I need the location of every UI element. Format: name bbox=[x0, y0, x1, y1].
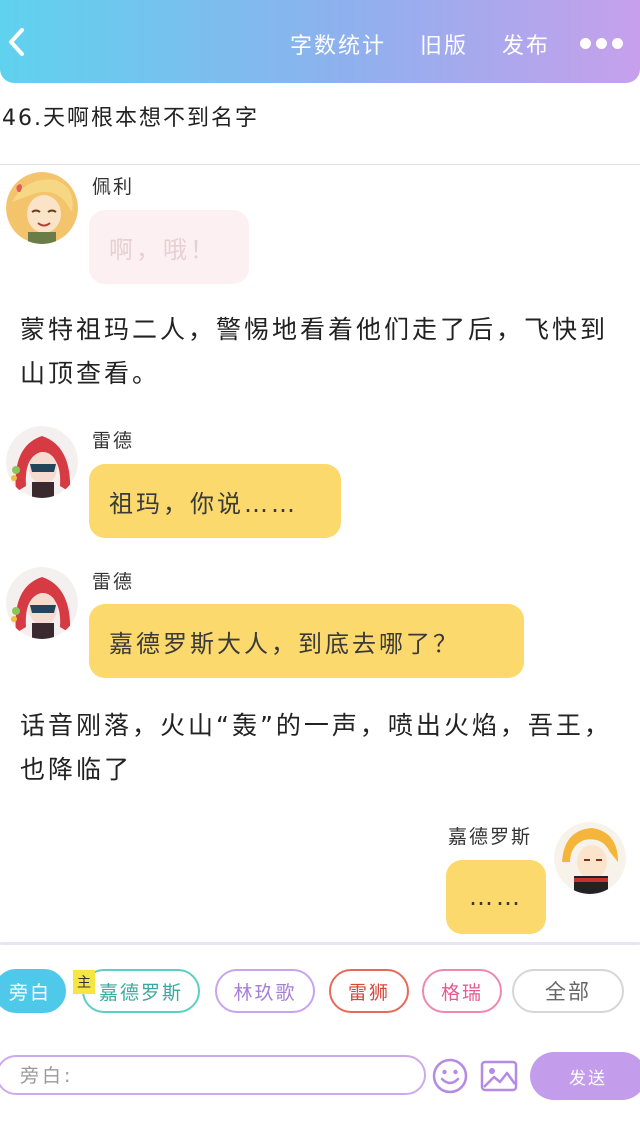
top-bar: 字数统计 旧版 发布 bbox=[0, 0, 640, 83]
publish-button[interactable]: 发布 bbox=[502, 28, 550, 60]
avatar-jiadeluosi[interactable] bbox=[554, 822, 626, 894]
old-version-button[interactable]: 旧版 bbox=[420, 28, 468, 60]
speaker-name: 佩利 bbox=[92, 176, 135, 198]
role-tag-narrator[interactable]: 旁白 bbox=[0, 969, 66, 1013]
send-button[interactable]: 发送 bbox=[530, 1052, 640, 1100]
avatar-leide[interactable] bbox=[6, 426, 78, 498]
narration-text[interactable]: 蒙特祖玛二人，警惕地看着他们走了后，飞快到山顶查看。 bbox=[20, 308, 620, 396]
message-bubble[interactable]: …… bbox=[446, 860, 546, 934]
divider bbox=[0, 942, 640, 945]
image-icon bbox=[480, 1060, 518, 1092]
message-bubble[interactable]: 啊，哦！ bbox=[89, 210, 249, 284]
back-button[interactable] bbox=[4, 26, 30, 58]
word-count-button[interactable]: 字数统计 bbox=[290, 28, 386, 60]
speaker-name: 雷德 bbox=[92, 430, 135, 452]
message-input-box[interactable] bbox=[0, 1055, 426, 1095]
message-bubble[interactable]: 祖玛，你说…… bbox=[89, 464, 341, 538]
message-input[interactable] bbox=[20, 1061, 410, 1091]
smiley-icon bbox=[432, 1058, 468, 1094]
role-tag-leishi[interactable]: 雷狮 bbox=[329, 969, 409, 1013]
avatar-leide[interactable] bbox=[6, 567, 78, 639]
message-bubble[interactable]: 嘉德罗斯大人，到底去哪了？ bbox=[89, 604, 524, 678]
narration-text[interactable]: 话音刚落，火山“轰”的一声，喷出火焰，吾王，也降临了 bbox=[20, 704, 620, 792]
role-tag-all[interactable]: 全部 bbox=[512, 969, 624, 1013]
main-role-badge: 主 bbox=[73, 970, 95, 994]
avatar-peili[interactable] bbox=[6, 172, 78, 244]
divider bbox=[0, 164, 640, 165]
role-tag-jiadeluosi[interactable]: 嘉德罗斯 bbox=[82, 969, 200, 1013]
ellipsis-icon bbox=[580, 38, 591, 49]
speaker-name: 雷德 bbox=[92, 571, 135, 593]
chevron-left-icon bbox=[9, 28, 24, 56]
speaker-name: 嘉德罗斯 bbox=[448, 826, 533, 848]
role-tag-linjiuge[interactable]: 林玖歌 bbox=[215, 969, 315, 1013]
image-button[interactable] bbox=[480, 1060, 518, 1092]
chapter-title[interactable]: 46.天啊根本想不到名字 bbox=[2, 100, 259, 132]
more-button[interactable] bbox=[580, 34, 636, 52]
role-tag-gerui[interactable]: 格瑞 bbox=[422, 969, 502, 1013]
emoji-button[interactable] bbox=[432, 1058, 468, 1094]
